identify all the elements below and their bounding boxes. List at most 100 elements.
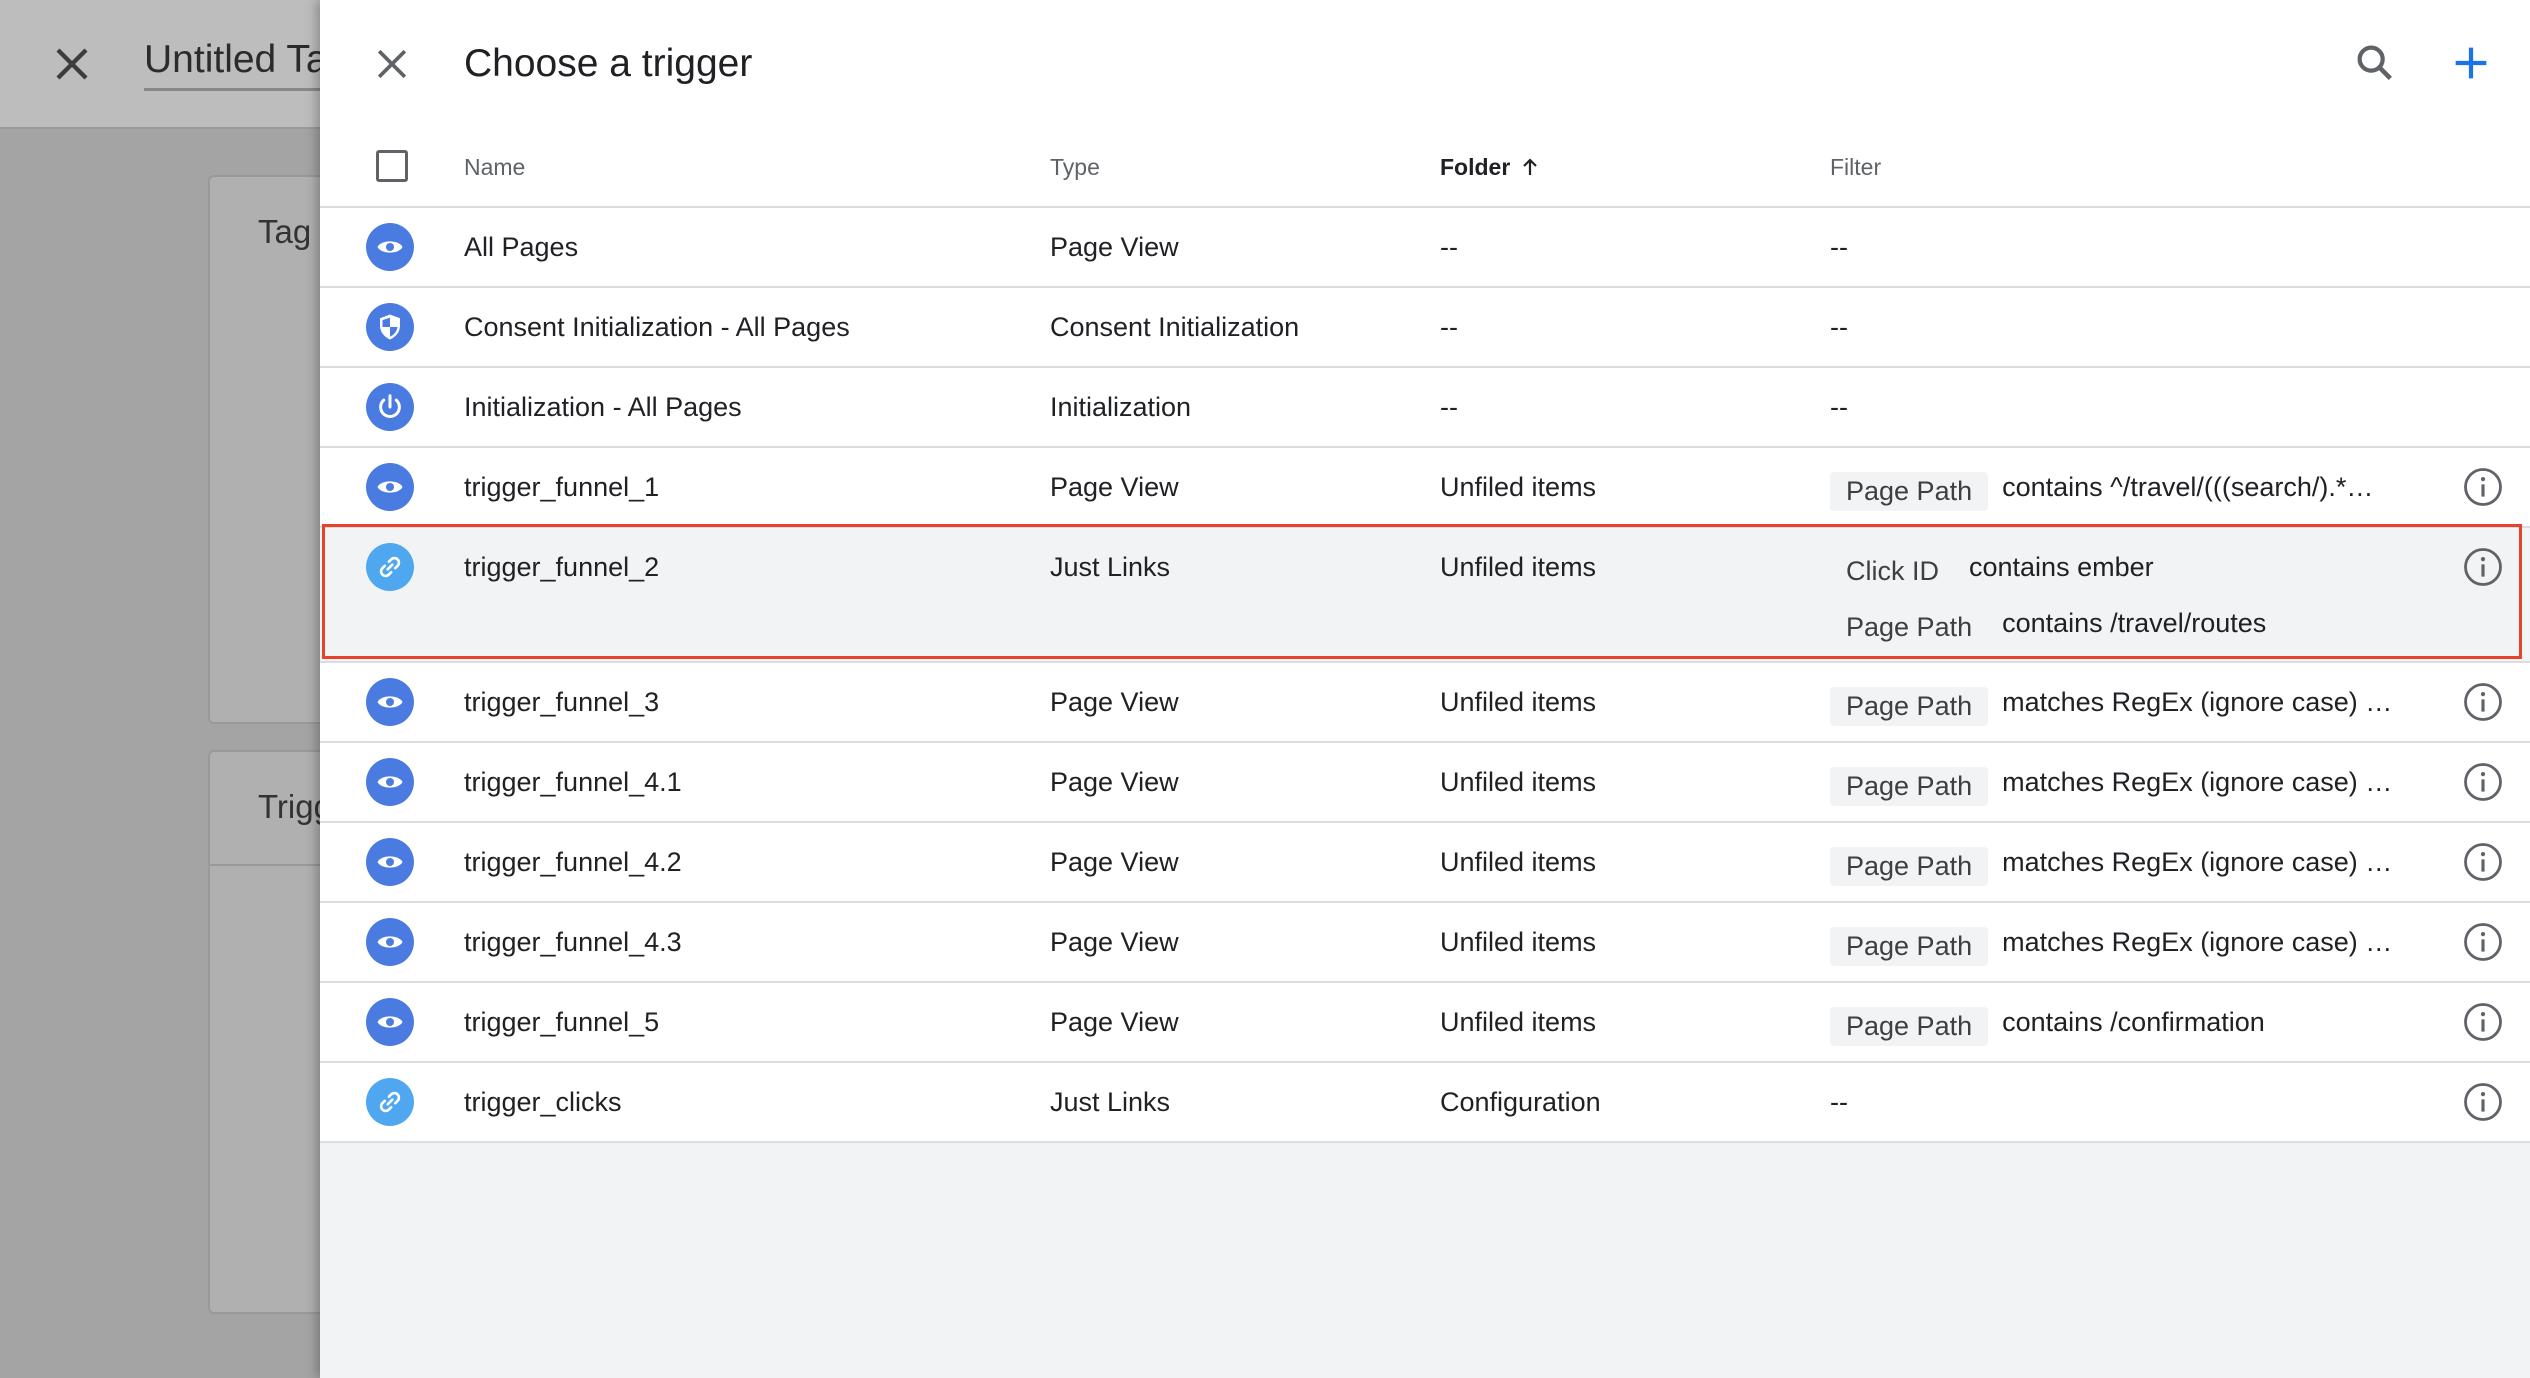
info-icon[interactable] xyxy=(2462,841,2504,883)
eye-icon xyxy=(366,838,414,886)
row-folder: Unfiled items xyxy=(1440,927,1597,957)
filter-variable-chip: Page Path xyxy=(1830,847,1989,886)
table-row[interactable]: Initialization - All Pages Initialization… xyxy=(320,368,2530,448)
row-type: Just Links xyxy=(1050,1087,1171,1117)
row-filter: Page Path matches RegEx (ignore case) … xyxy=(1830,927,2392,966)
filter-condition: matches RegEx (ignore case) … xyxy=(2002,687,2393,717)
row-filter: -- xyxy=(1830,232,1848,263)
filter-variable-chip: Page Path xyxy=(1830,687,1989,726)
filter-condition: matches RegEx (ignore case) … xyxy=(2002,767,2393,797)
row-filter: Page Path matches RegEx (ignore case) … xyxy=(1830,847,2392,886)
eye-icon xyxy=(366,678,414,726)
row-folder: Configuration xyxy=(1440,1087,1601,1117)
table-row[interactable]: trigger_funnel_4.2 Page View Unfiled items… xyxy=(320,823,2530,903)
page-title: Choose a trigger xyxy=(464,42,753,85)
trigger-table: Name Type Folder Filter All Pages Page Vi… xyxy=(320,128,2530,1143)
row-type: Page View xyxy=(1050,767,1179,797)
row-name: trigger_funnel_3 xyxy=(464,687,660,717)
row-filter: -- xyxy=(1830,312,1848,343)
filter-condition: contains /confirmation xyxy=(2002,1007,2265,1037)
row-folder: Unfiled items xyxy=(1440,472,1597,502)
eye-icon xyxy=(366,998,414,1046)
row-folder: -- xyxy=(1440,232,1458,262)
row-folder: Unfiled items xyxy=(1440,552,1597,582)
table-row[interactable]: trigger_funnel_4.1 Page View Unfiled items… xyxy=(320,743,2530,823)
table-row[interactable]: trigger_funnel_2 Just Links Unfiled items C… xyxy=(320,528,2530,663)
filter-condition: contains ^/travel/(((search/).*… xyxy=(2002,472,2374,502)
row-name: trigger_funnel_1 xyxy=(464,472,660,502)
row-folder: -- xyxy=(1440,312,1458,342)
column-header-type[interactable]: Type xyxy=(1050,154,1100,181)
filter-condition: -- xyxy=(1830,312,1848,342)
filter-variable-chip: Page Path xyxy=(1830,927,1989,966)
filter-condition: contains /travel/routes xyxy=(2002,608,2267,638)
row-type: Page View xyxy=(1050,1007,1179,1037)
info-icon[interactable] xyxy=(2462,1081,2504,1123)
row-filter: Page Path contains /confirmation xyxy=(1830,1007,2265,1046)
row-folder: Unfiled items xyxy=(1440,767,1597,797)
row-folder: Unfiled items xyxy=(1440,1007,1597,1037)
power-icon xyxy=(366,383,414,431)
filter-condition: -- xyxy=(1830,232,1848,262)
info-icon[interactable] xyxy=(2462,546,2504,588)
row-type: Initialization xyxy=(1050,392,1192,422)
info-icon[interactable] xyxy=(2462,761,2504,803)
column-header-name[interactable]: Name xyxy=(464,154,525,181)
table-row[interactable]: Consent Initialization - All Pages Consen… xyxy=(320,288,2530,368)
table-header: Name Type Folder Filter xyxy=(320,128,2530,208)
background-title: Untitled Ta xyxy=(144,38,344,91)
row-name: trigger_funnel_4.1 xyxy=(464,767,682,797)
filter-condition: matches RegEx (ignore case) … xyxy=(2002,927,2393,957)
column-header-filter[interactable]: Filter xyxy=(1830,154,1881,181)
arrow-up-icon xyxy=(1523,158,1538,175)
row-type: Page View xyxy=(1050,847,1179,877)
filter-variable-chip: Page Path xyxy=(1830,767,1989,806)
link-icon xyxy=(366,1078,414,1126)
filter-condition: -- xyxy=(1830,392,1848,422)
row-type: Consent Initialization xyxy=(1050,312,1300,342)
close-icon xyxy=(56,48,88,80)
row-filter: Page Path matches RegEx (ignore case) … xyxy=(1830,767,2392,806)
row-filter: Page Path contains ^/travel/(((search/).*… xyxy=(1830,472,2373,511)
filter-variable-chip: Click ID xyxy=(1846,556,1939,586)
row-filter: Page Path contains /travel/routes xyxy=(1830,608,2266,647)
column-header-folder-label: Folder xyxy=(1440,154,1511,180)
table-row[interactable]: All Pages Page View -- -- xyxy=(320,208,2530,288)
table-row[interactable]: trigger_funnel_4.3 Page View Unfiled items… xyxy=(320,903,2530,983)
filter-variable-chip: Page Path xyxy=(1830,1007,1989,1046)
eye-icon xyxy=(366,758,414,806)
row-type: Page View xyxy=(1050,232,1179,262)
trigger-rows: All Pages Page View -- -- Consent Initializa… xyxy=(320,208,2530,1143)
search-icon[interactable] xyxy=(2352,40,2398,86)
table-row[interactable]: trigger_funnel_1 Page View Unfiled items Pa… xyxy=(320,448,2530,528)
add-icon[interactable] xyxy=(2448,40,2494,86)
table-row[interactable]: trigger_clicks Just Links Configuration -- xyxy=(320,1063,2530,1143)
row-type: Page View xyxy=(1050,687,1179,717)
close-icon[interactable] xyxy=(370,42,414,86)
row-type: Just Links xyxy=(1050,552,1171,582)
info-icon[interactable] xyxy=(2462,1001,2504,1043)
row-filter: -- xyxy=(1830,392,1848,423)
info-icon[interactable] xyxy=(2462,921,2504,963)
row-name: Consent Initialization - All Pages xyxy=(464,312,850,342)
choose-trigger-drawer: Choose a trigger Name Type Folder Filter… xyxy=(320,0,2530,1378)
column-header-folder[interactable]: Folder xyxy=(1440,154,1542,181)
row-name: All Pages xyxy=(464,232,579,262)
info-icon[interactable] xyxy=(2462,466,2504,508)
row-name: Initialization - All Pages xyxy=(464,392,742,422)
eye-icon xyxy=(366,223,414,271)
table-row[interactable]: trigger_funnel_5 Page View Unfiled items Pa… xyxy=(320,983,2530,1063)
drawer-header: Choose a trigger xyxy=(320,0,2530,128)
info-icon[interactable] xyxy=(2462,681,2504,723)
row-filter: -- xyxy=(1830,1087,1848,1118)
select-all-checkbox[interactable] xyxy=(376,150,408,182)
row-folder: -- xyxy=(1440,392,1458,422)
table-row[interactable]: trigger_funnel_3 Page View Unfiled items Pa… xyxy=(320,663,2530,743)
filter-variable-chip: Page Path xyxy=(1846,612,1973,642)
filter-condition: matches RegEx (ignore case) … xyxy=(2002,847,2393,877)
filter-condition: contains ember xyxy=(1969,552,2154,582)
row-name: trigger_funnel_4.3 xyxy=(464,927,682,957)
row-folder: Unfiled items xyxy=(1440,847,1597,877)
row-type: Page View xyxy=(1050,472,1179,502)
filter-condition: -- xyxy=(1830,1087,1848,1117)
